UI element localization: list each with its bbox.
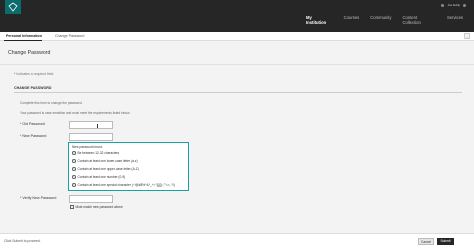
tab-personal-information[interactable]: Personal Information bbox=[6, 34, 42, 38]
user-name: Joe Eddy bbox=[447, 3, 460, 7]
password-match-indicator: Must match new password above bbox=[70, 205, 123, 209]
institution-logo[interactable] bbox=[5, 0, 21, 14]
top-navigation: My Institution Courses Community Content… bbox=[306, 15, 474, 25]
rule-length: Be between 12-32 characters bbox=[72, 151, 119, 155]
user-menu[interactable]: Joe Eddy bbox=[441, 3, 466, 7]
submit-hint: Click Submit to proceed. bbox=[4, 239, 41, 243]
page-title: Change Password bbox=[8, 50, 51, 56]
section-divider bbox=[14, 92, 462, 93]
subnav-scroll-icon[interactable]: › bbox=[464, 33, 470, 39]
tab-change-password[interactable]: Change Password bbox=[55, 34, 84, 38]
form-content: * Indicates a required field. CHANGE PAS… bbox=[0, 65, 474, 233]
old-password-input[interactable] bbox=[69, 121, 113, 129]
cancel-button[interactable]: Cancel bbox=[418, 238, 434, 245]
form-footer: Click Submit to proceed. Cancel Submit bbox=[0, 233, 474, 248]
verify-password-label: * Verify New Password bbox=[20, 196, 57, 200]
user-avatar-icon bbox=[441, 3, 445, 7]
rule-status-icon bbox=[72, 183, 76, 187]
rule-status-icon bbox=[72, 151, 76, 155]
nav-community[interactable]: Community bbox=[370, 15, 391, 25]
top-header: Joe Eddy My Institution Courses Communit… bbox=[0, 0, 474, 32]
logo-icon bbox=[8, 2, 18, 12]
required-note-text: Indicates a required field. bbox=[16, 72, 55, 76]
new-password-input[interactable] bbox=[69, 133, 113, 141]
password-requirements: New password must: Be between 12-32 char… bbox=[68, 142, 189, 191]
required-note: * Indicates a required field. bbox=[14, 72, 54, 76]
rules-heading: New password must: bbox=[72, 145, 103, 149]
rule-status-icon bbox=[72, 159, 76, 163]
page-header: Change Password bbox=[0, 41, 474, 65]
section-title: CHANGE PASSWORD bbox=[14, 86, 52, 90]
sub-navigation: Personal Information Change Password › bbox=[0, 32, 474, 41]
instruction-1: Complete this form to change the passwor… bbox=[20, 101, 83, 105]
submit-button[interactable]: Submit bbox=[437, 238, 454, 245]
rule-status-icon bbox=[72, 175, 76, 179]
rule-special-character: Contain at least one special character (… bbox=[72, 183, 175, 187]
nav-my-institution[interactable]: My Institution bbox=[306, 15, 333, 25]
rule-status-icon bbox=[72, 167, 76, 171]
rule-number: Contain at least one number (0-9) bbox=[72, 175, 125, 179]
new-password-label: * New Password bbox=[20, 134, 47, 138]
nav-services[interactable]: Services bbox=[447, 15, 463, 25]
nav-courses[interactable]: Courses bbox=[344, 15, 360, 25]
old-password-label: * Old Password bbox=[20, 122, 45, 126]
instruction-2: Your password is case sensitive and must… bbox=[20, 111, 131, 115]
verify-password-input[interactable] bbox=[69, 195, 113, 203]
rule-uppercase: Contain at least one upper-case letter (… bbox=[72, 167, 139, 171]
chevron-down-icon bbox=[463, 3, 466, 7]
rule-lowercase: Contain at least one lower-case letter (… bbox=[72, 159, 138, 163]
match-status-icon bbox=[70, 205, 74, 209]
text-cursor bbox=[97, 123, 98, 128]
nav-content-collection[interactable]: Content Collection bbox=[402, 15, 436, 25]
